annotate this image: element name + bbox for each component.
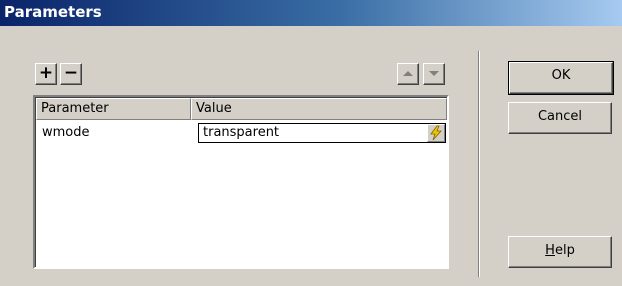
help-button[interactable]: Help: [508, 236, 612, 268]
remove-label: −: [63, 63, 79, 83]
title-bar: Parameters: [0, 0, 622, 26]
ok-button[interactable]: OK: [508, 61, 614, 95]
remove-parameter-button[interactable]: −: [60, 63, 82, 85]
dynamic-data-button[interactable]: [427, 124, 445, 142]
arrow-down-icon: [429, 71, 439, 76]
help-label-rest: elp: [554, 243, 575, 258]
ok-label: OK: [551, 68, 571, 83]
help-label: Help: [545, 243, 575, 258]
arrow-up-icon: [403, 71, 413, 76]
window-title: Parameters: [4, 3, 102, 21]
add-label: +: [38, 63, 54, 83]
vertical-separator: [478, 51, 480, 277]
cancel-button[interactable]: Cancel: [508, 102, 612, 134]
parameters-table[interactable]: Parameter Value wmode transparent: [33, 95, 449, 269]
add-parameter-button[interactable]: +: [35, 63, 57, 85]
value-input-text: transparent: [203, 125, 280, 140]
column-header-value[interactable]: Value: [191, 98, 447, 120]
move-up-button[interactable]: [397, 63, 419, 85]
cancel-label: Cancel: [537, 109, 583, 124]
move-down-button[interactable]: [423, 63, 445, 85]
lightning-icon: [430, 125, 442, 141]
value-input[interactable]: transparent: [198, 123, 446, 143]
help-mnemonic: H: [545, 243, 555, 258]
column-header-parameter[interactable]: Parameter: [36, 98, 191, 120]
row-parameter-cell[interactable]: wmode: [42, 124, 90, 142]
